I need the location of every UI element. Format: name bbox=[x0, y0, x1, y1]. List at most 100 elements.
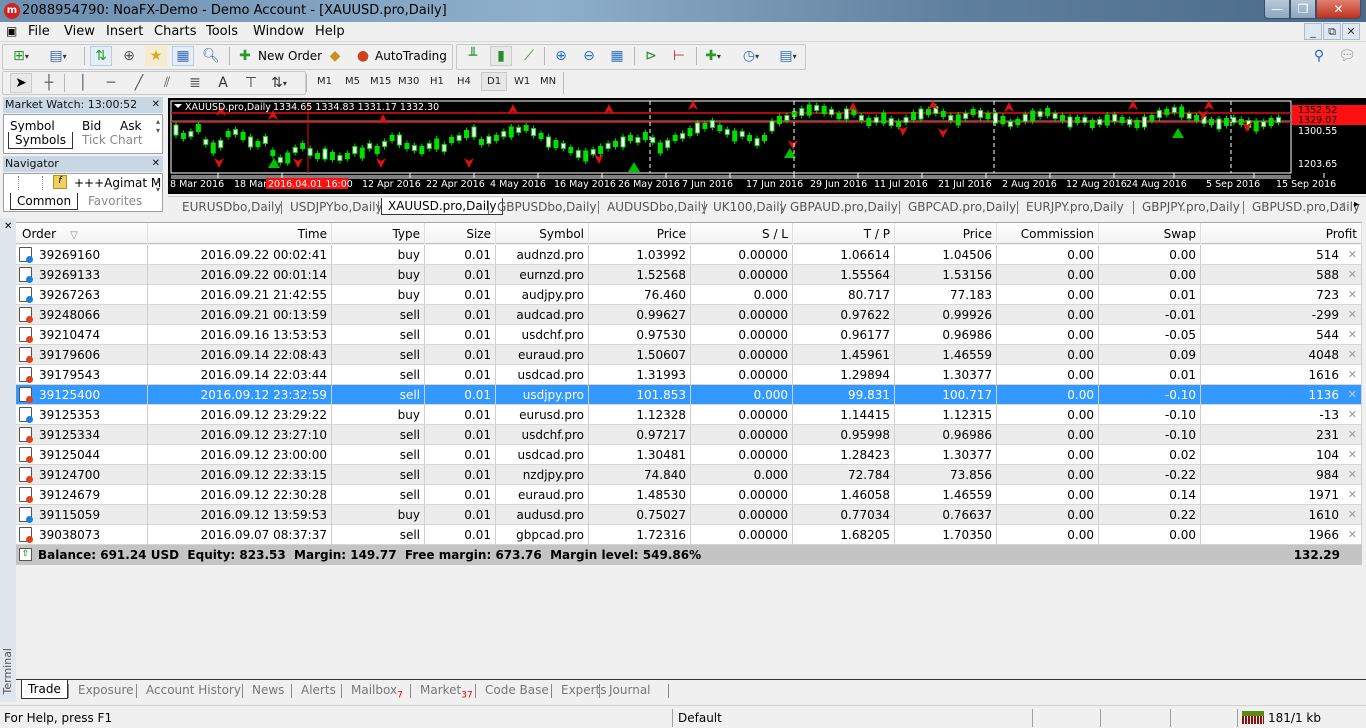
terminal-tab-code-base[interactable]: Code Base bbox=[479, 681, 555, 700]
candlesticks-icon[interactable]: ▮ bbox=[490, 46, 512, 66]
vertical-line-icon[interactable]: │ bbox=[72, 73, 94, 93]
close-button[interactable]: ✕ bbox=[1316, 0, 1361, 19]
order-row[interactable]: 39125353 2016.09.12 23:29:22 buy 0.01 eurusd… bbox=[16, 405, 1362, 425]
tab-common[interactable]: Common bbox=[10, 193, 79, 210]
close-order-icon[interactable]: ✕ bbox=[1348, 385, 1357, 405]
fibonacci-icon[interactable]: ≣ bbox=[184, 73, 206, 93]
close-order-icon[interactable]: ✕ bbox=[1348, 445, 1357, 465]
profiles-icon[interactable]: ▤ ▾ bbox=[47, 46, 69, 66]
market-watch-close-button[interactable]: ✕ bbox=[152, 97, 160, 113]
chart-tab[interactable]: EURJPY.pro,Daily bbox=[1020, 199, 1130, 216]
chart-tab[interactable]: GBPJPY.pro,Daily bbox=[1136, 199, 1246, 216]
column-symbol[interactable]: Symbol bbox=[10, 119, 55, 133]
text-icon[interactable]: A bbox=[212, 73, 234, 93]
minimize-button[interactable]: — bbox=[1264, 0, 1290, 19]
zoom-out-icon[interactable]: ⊖ bbox=[578, 46, 600, 66]
new-chart-icon[interactable]: ⊞ ▾ bbox=[10, 46, 32, 66]
autotrading-icon[interactable]: ● bbox=[352, 46, 374, 66]
menu-help[interactable]: Help bbox=[315, 24, 345, 39]
order-row[interactable]: 39210474 2016.09.16 13:53:53 sell 0.01 usdch… bbox=[16, 325, 1362, 345]
templates-icon[interactable]: ▤ ▾ bbox=[777, 46, 799, 66]
child-window-icon[interactable]: ▣ bbox=[6, 24, 17, 38]
column-bid[interactable]: Bid bbox=[82, 119, 101, 133]
close-order-icon[interactable]: ✕ bbox=[1348, 465, 1357, 485]
metaeditor-icon[interactable]: ◆ bbox=[324, 46, 346, 66]
close-order-icon[interactable]: ✕ bbox=[1348, 505, 1357, 525]
order-row[interactable]: 39179543 2016.09.14 22:03:44 sell 0.01 usdca… bbox=[16, 365, 1362, 385]
mdi-minimize-button[interactable]: _ bbox=[1304, 23, 1322, 40]
chart-tab[interactable]: GBPUSD.pro,Daily bbox=[1246, 199, 1366, 216]
navigator-close-button[interactable]: ✕ bbox=[152, 156, 160, 172]
column-header-tp[interactable]: T / P bbox=[793, 223, 895, 244]
tabs-scroll-left-icon[interactable]: ◂ bbox=[1340, 199, 1345, 210]
tile-windows-icon[interactable]: ▦ bbox=[606, 46, 628, 66]
order-row[interactable]: 39267263 2016.09.21 21:42:55 buy 0.01 audjpy… bbox=[16, 285, 1362, 305]
column-header-type[interactable]: Type bbox=[332, 223, 425, 244]
terminal-close-button[interactable]: ✕ bbox=[4, 221, 12, 232]
column-header-commission[interactable]: Commission bbox=[997, 223, 1099, 244]
menu-window[interactable]: Window bbox=[253, 24, 304, 39]
timeframe-d1[interactable]: D1 bbox=[481, 72, 508, 91]
terminal-tab-market[interactable]: Market37 bbox=[414, 681, 479, 700]
indicators-icon[interactable]: ✚ ▾ bbox=[702, 46, 724, 66]
order-row[interactable]: 39125334 2016.09.12 23:27:10 sell 0.01 usdch… bbox=[16, 425, 1362, 445]
bar-chart-icon[interactable]: ╨ bbox=[462, 46, 484, 66]
chart-tab[interactable]: GBPUSDbo,Daily bbox=[491, 199, 603, 216]
order-row[interactable]: 39248066 2016.09.21 00:13:59 sell 0.01 audca… bbox=[16, 305, 1362, 325]
close-order-icon[interactable]: ✕ bbox=[1348, 405, 1357, 425]
close-order-icon[interactable]: ✕ bbox=[1348, 425, 1357, 445]
menu-charts[interactable]: Charts bbox=[154, 24, 197, 39]
order-row[interactable]: 39269133 2016.09.22 00:01:14 buy 0.01 eurnzd… bbox=[16, 265, 1362, 285]
tab-symbols[interactable]: Symbols bbox=[8, 132, 73, 149]
menu-tools[interactable]: Tools bbox=[206, 24, 238, 39]
periods-icon[interactable]: ◷ ▾ bbox=[740, 46, 762, 66]
autoscroll-icon[interactable]: ⊳ bbox=[640, 46, 662, 66]
column-header-cur[interactable]: Price bbox=[895, 223, 997, 244]
close-order-icon[interactable]: ✕ bbox=[1348, 305, 1357, 325]
timeframe-h4[interactable]: H4 bbox=[457, 76, 471, 87]
strategy-tester-icon[interactable]: 🔍︎ bbox=[200, 46, 222, 66]
search-icon[interactable]: ⚲ bbox=[1308, 46, 1330, 66]
close-order-icon[interactable]: ✕ bbox=[1348, 325, 1357, 345]
column-header-symbol[interactable]: Symbol bbox=[496, 223, 589, 244]
navigator-icon[interactable]: ★ bbox=[145, 46, 167, 66]
order-row[interactable]: 39269160 2016.09.22 00:02:41 buy 0.01 audnzd… bbox=[16, 245, 1362, 265]
tab-favorites[interactable]: Favorites bbox=[82, 193, 148, 210]
market-watch-icon[interactable]: ⇅ bbox=[90, 46, 112, 66]
price-chart[interactable]: XAUUSD.pro,Daily 1334.65 1334.83 1331.17… bbox=[168, 98, 1366, 194]
timeframe-w1[interactable]: W1 bbox=[514, 76, 530, 87]
chart-tab[interactable]: USDJPYbo,Daily bbox=[284, 199, 389, 216]
terminal-icon[interactable]: ▦ bbox=[172, 46, 194, 66]
cursor-icon[interactable]: ➤ bbox=[10, 73, 32, 93]
equidistant-channel-icon[interactable]: ⫽ bbox=[156, 73, 178, 93]
column-header-sl[interactable]: S / L bbox=[691, 223, 793, 244]
order-row[interactable]: 39125044 2016.09.12 23:00:00 sell 0.01 usdca… bbox=[16, 445, 1362, 465]
column-header-time[interactable]: Time bbox=[148, 223, 332, 244]
menu-insert[interactable]: Insert bbox=[106, 24, 143, 39]
close-order-icon[interactable]: ✕ bbox=[1348, 365, 1357, 385]
timeframe-m5[interactable]: M5 bbox=[345, 76, 360, 87]
chart-tab[interactable]: UK100,Daily bbox=[707, 199, 793, 216]
order-row[interactable]: 39115059 2016.09.12 13:59:53 buy 0.01 audusd… bbox=[16, 505, 1362, 525]
menu-file[interactable]: File bbox=[28, 24, 50, 39]
column-ask[interactable]: Ask bbox=[120, 119, 141, 133]
horizontal-line-icon[interactable]: ─ bbox=[100, 73, 122, 93]
chart-tab[interactable]: GBPAUD.pro,Daily bbox=[784, 199, 904, 216]
new-order-icon[interactable]: ✚ bbox=[234, 46, 256, 66]
close-order-icon[interactable]: ✕ bbox=[1348, 345, 1357, 365]
autotrading-button[interactable]: AutoTrading bbox=[375, 49, 447, 63]
terminal-tab-news[interactable]: News bbox=[246, 681, 290, 700]
maximize-button[interactable]: ❐ bbox=[1290, 0, 1316, 19]
timeframe-mn[interactable]: MN bbox=[540, 76, 556, 87]
close-order-icon[interactable]: ✕ bbox=[1348, 265, 1357, 285]
timeframe-m30[interactable]: M30 bbox=[398, 76, 419, 87]
text-label-icon[interactable]: ⊤ bbox=[240, 73, 262, 93]
scroll-up-icon[interactable]: ▴ ▾ bbox=[156, 176, 160, 194]
column-header-profit[interactable]: Profit bbox=[1201, 223, 1362, 244]
column-header-price[interactable]: Price bbox=[589, 223, 691, 244]
chart-tab[interactable]: GBPCAD.pro,Daily bbox=[902, 199, 1022, 216]
chart-shift-icon[interactable]: ⊢ bbox=[668, 46, 690, 66]
crosshair-data-icon[interactable]: ⊕ bbox=[118, 46, 140, 66]
order-row[interactable]: 39125400 2016.09.12 23:32:59 sell 0.01 usdjp… bbox=[16, 385, 1362, 405]
trendline-icon[interactable]: ╱ bbox=[128, 73, 150, 93]
